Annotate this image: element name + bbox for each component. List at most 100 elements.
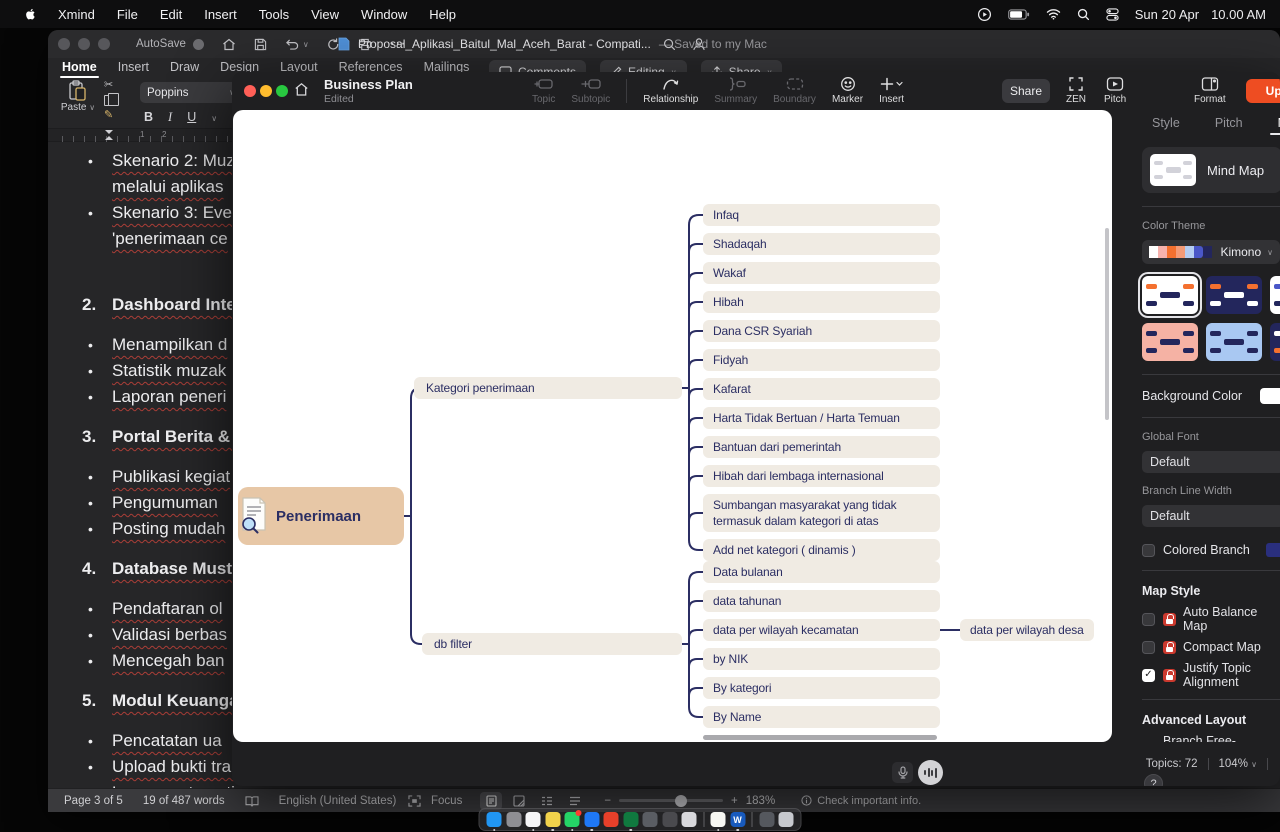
menu-item[interactable]: Xmind xyxy=(47,7,106,22)
menu-date[interactable]: Sun 20 Apr xyxy=(1135,7,1199,22)
dock-app-icon[interactable] xyxy=(545,812,560,827)
colored-branch-checkbox[interactable]: ✓ xyxy=(1142,544,1155,557)
subtopic-node[interactable]: Sumbangan masyarakat yang tidak termasuk… xyxy=(703,494,940,532)
paste-button[interactable]: Paste ∨ xyxy=(58,80,98,113)
subtopic-node[interactable]: Fidyah xyxy=(703,349,940,371)
boundary-button[interactable]: Boundary xyxy=(773,76,816,105)
undo-icon[interactable]: ∨ xyxy=(285,38,309,50)
map-style-option[interactable]: ✓ Justify Topic Alignment xyxy=(1142,664,1280,686)
relationship-button[interactable]: Relationship xyxy=(643,76,698,105)
subtopic-node[interactable]: Harta Tidak Bertuan / Harta Temuan xyxy=(703,407,940,429)
dock-app-icon[interactable] xyxy=(711,812,726,827)
spotlight-search-icon[interactable] xyxy=(1077,8,1090,21)
license-notice[interactable]: Check important info. xyxy=(817,795,921,807)
minimize-button[interactable] xyxy=(260,85,272,97)
font-name-select[interactable]: Poppins∨ xyxy=(140,82,242,103)
bold-button[interactable]: B xyxy=(144,110,153,124)
zoom-out-button[interactable]: − xyxy=(604,795,611,807)
indent-markers[interactable] xyxy=(105,130,115,140)
subtopic-node[interactable]: Shadaqah xyxy=(703,233,940,255)
theme-thumbnail[interactable] xyxy=(1142,323,1198,361)
global-font-select[interactable]: Default xyxy=(1142,451,1280,473)
save-icon[interactable] xyxy=(254,38,267,51)
menu-item[interactable]: File xyxy=(106,7,149,22)
central-topic[interactable]: Penerimaan xyxy=(238,487,404,545)
subtopic-node[interactable]: By Name xyxy=(703,706,940,728)
subtopic-node[interactable]: Data bulanan xyxy=(703,561,940,583)
dock-app-icon[interactable] xyxy=(759,812,774,827)
main-topic[interactable]: db filter xyxy=(422,633,682,655)
checkbox[interactable]: ✓ xyxy=(1142,669,1155,682)
close-button[interactable] xyxy=(58,38,70,50)
menu-clock[interactable]: 10.00 AM xyxy=(1211,7,1266,22)
zoom-button[interactable] xyxy=(276,85,288,97)
subtopic-node[interactable]: Add net kategori ( dinamis ) xyxy=(703,539,940,561)
dock-app-icon[interactable] xyxy=(752,812,753,827)
panel-tab[interactable]: Style xyxy=(1150,112,1182,134)
main-topic[interactable]: Kategori penerimaan xyxy=(414,377,682,399)
focus-label[interactable]: Focus xyxy=(431,795,462,807)
help-button[interactable]: ? xyxy=(1144,774,1163,786)
menu-item[interactable]: Edit xyxy=(149,7,193,22)
voice-level-indicator[interactable] xyxy=(918,760,943,785)
dock-app-icon[interactable] xyxy=(604,812,619,827)
canvas-zoom-level[interactable]: 104% ∨ xyxy=(1219,758,1257,770)
subtopic-node[interactable]: Kafarat xyxy=(703,378,940,400)
checkbox[interactable]: ✓ xyxy=(1142,742,1155,743)
theme-thumbnail[interactable] xyxy=(1270,276,1280,314)
background-color-swatch[interactable] xyxy=(1260,388,1280,404)
account-icon[interactable] xyxy=(692,37,706,51)
dock-app-icon[interactable] xyxy=(584,812,599,827)
theme-thumbnail[interactable] xyxy=(1270,323,1280,361)
theme-thumbnail[interactable] xyxy=(1142,276,1198,314)
color-theme-select[interactable]: Kimono ∨ xyxy=(1142,240,1280,264)
battery-icon[interactable] xyxy=(1008,9,1030,20)
dock-app-icon[interactable] xyxy=(565,812,580,827)
home-icon[interactable] xyxy=(294,82,309,97)
microphone-icon[interactable] xyxy=(892,762,913,783)
vertical-scrollbar[interactable] xyxy=(1105,228,1109,420)
menu-item[interactable]: Help xyxy=(418,7,467,22)
subtopic-node[interactable]: By kategori xyxy=(703,677,940,699)
zoom-in-button[interactable]: + xyxy=(731,795,738,807)
print-layout-view-button[interactable] xyxy=(480,792,502,810)
proofing-icon[interactable] xyxy=(245,795,259,807)
panel-tab[interactable]: Pitch xyxy=(1213,112,1245,134)
summary-button[interactable]: Summary xyxy=(714,76,757,105)
page-indicator[interactable]: Page 3 of 5 xyxy=(64,795,123,807)
close-button[interactable] xyxy=(244,85,256,97)
subtopic-button[interactable]: Subtopic xyxy=(571,76,610,105)
home-icon[interactable] xyxy=(222,38,236,51)
format-panel-button[interactable]: Format xyxy=(1194,76,1226,105)
copy-icon[interactable] xyxy=(104,95,113,106)
dock-app-icon[interactable] xyxy=(643,812,658,827)
outline-view-button[interactable] xyxy=(536,792,558,810)
dock-app-icon[interactable]: W xyxy=(730,812,745,827)
menu-item[interactable]: Window xyxy=(350,7,418,22)
checkbox[interactable]: ✓ xyxy=(1142,613,1155,626)
branch-color-swatch[interactable] xyxy=(1266,543,1280,557)
share-button[interactable]: Share xyxy=(1002,79,1050,103)
subtopic-node[interactable]: Hibah xyxy=(703,291,940,313)
dock-app-icon[interactable] xyxy=(703,812,704,827)
word-count[interactable]: 19 of 487 words xyxy=(143,795,225,807)
dock-app-icon[interactable] xyxy=(487,812,502,827)
focus-icon[interactable] xyxy=(408,795,421,807)
horizontal-scrollbar[interactable] xyxy=(703,735,937,740)
screen-mirroring-icon[interactable] xyxy=(977,7,992,22)
subtopic-node[interactable]: data tahunan xyxy=(703,590,940,612)
subtopic-node[interactable]: Hibah dari lembaga internasional xyxy=(703,465,940,487)
zoom-slider-knob[interactable] xyxy=(675,795,687,807)
zoom-button[interactable] xyxy=(98,38,110,50)
map-style-option[interactable]: ✓ Auto Balance Map xyxy=(1142,608,1280,630)
zen-mode-button[interactable]: ZEN xyxy=(1066,76,1086,105)
subtopic-node[interactable]: data per wilayah kecamatan xyxy=(703,619,940,641)
web-layout-view-button[interactable] xyxy=(508,792,530,810)
marker-button[interactable]: Marker xyxy=(832,76,863,105)
panel-tab[interactable]: Map xyxy=(1276,112,1280,134)
autosave-toggle[interactable] xyxy=(193,39,204,50)
upgrade-button[interactable]: Upgrade xyxy=(1246,79,1280,103)
subtopic-node[interactable]: Infaq xyxy=(703,204,940,226)
zoom-slider[interactable] xyxy=(619,799,723,802)
italic-button[interactable]: I xyxy=(168,110,172,125)
